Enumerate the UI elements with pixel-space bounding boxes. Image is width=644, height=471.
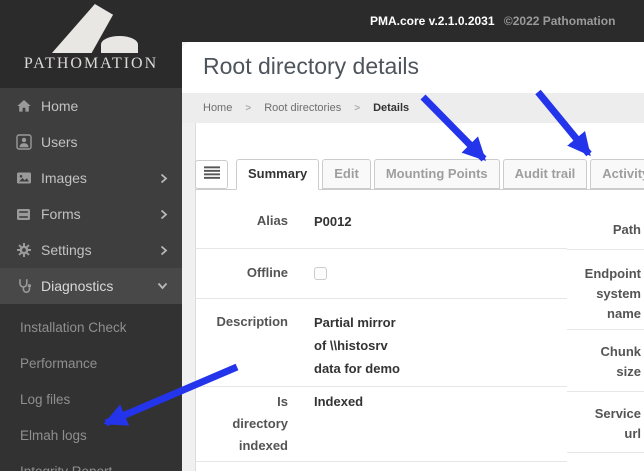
field-value: P0012 <box>314 214 352 229</box>
details-panel: Summary Edit Mounting Points Audit trail… <box>195 123 644 471</box>
home-icon <box>15 98 32 115</box>
sidebar: PATHOMATION Home Users Images Forms Sett… <box>0 0 182 471</box>
field-row-is-directory-indexed: Is directory indexed Indexed <box>196 387 567 462</box>
summary-left-column: Alias P0012 Offline Description Partial … <box>196 190 567 471</box>
main-content: Root directory details Home > Root direc… <box>182 42 644 471</box>
submenu-item-elmah-logs[interactable]: Elmah logs <box>0 418 182 454</box>
tab-mounting-points[interactable]: Mounting Points <box>373 159 500 189</box>
breadcrumb: Home > Root directories > Details <box>182 93 644 123</box>
sidebar-item-label: Diagnostics <box>41 278 114 294</box>
content-area: Summary Edit Mounting Points Audit trail… <box>182 123 644 471</box>
field-label: Endpoint system name <box>584 266 641 321</box>
offline-checkbox[interactable] <box>314 267 327 280</box>
sidebar-item-users[interactable]: Users <box>0 124 182 160</box>
sidebar-item-forms[interactable]: Forms <box>0 196 182 232</box>
app-version: PMA.core v.2.1.0.2031 ©2022 Pathomation <box>370 0 615 42</box>
field-label: Path <box>612 222 641 237</box>
field-row-path: Path <box>567 190 644 250</box>
pma-core-app: PMA.core v.2.1.0.2031 ©2022 Pathomation … <box>0 0 644 471</box>
forms-icon <box>15 206 32 223</box>
field-label: Chunk size <box>600 344 641 379</box>
field-row-chunk-size: Chunk size <box>567 330 644 392</box>
summary-right-column: Path Endpoint system name Chunk size Ser… <box>567 190 644 471</box>
sidebar-item-settings[interactable]: Settings <box>0 232 182 268</box>
logo-text: PATHOMATION <box>23 55 159 72</box>
field-label: Description <box>216 314 288 329</box>
sidebar-item-diagnostics[interactable]: Diagnostics <box>0 268 182 304</box>
field-value: Partial mirror of \\histosrv data for de… <box>314 315 400 376</box>
tab-bar: Summary Edit Mounting Points Audit trail… <box>195 159 644 190</box>
chevron-right-icon <box>160 173 168 184</box>
sidebar-item-label: Images <box>41 170 87 186</box>
chevron-right-icon <box>160 209 168 220</box>
tab-audit-trail[interactable]: Audit trail <box>502 159 588 189</box>
page-title: Root directory details <box>203 53 420 79</box>
summary-tab-content: Alias P0012 Offline Description Partial … <box>196 190 644 471</box>
submenu-item-performance[interactable]: Performance <box>0 346 182 382</box>
page-header: Root directory details <box>182 42 644 93</box>
breadcrumb-root-directories[interactable]: Root directories <box>264 102 341 114</box>
sidebar-item-label: Home <box>41 98 79 114</box>
field-row-service-url: Service url <box>567 392 644 453</box>
diagnostics-icon <box>15 278 32 295</box>
breadcrumb-home[interactable]: Home <box>203 102 232 114</box>
users-icon <box>15 134 32 151</box>
product-name: PMA.core v.2.1.0.2031 <box>370 14 495 28</box>
breadcrumb-details: Details <box>373 102 410 114</box>
submenu-item-integrity-report[interactable]: Integrity Report <box>0 454 182 471</box>
diagnostics-submenu: Installation Check Performance Log files… <box>0 304 182 471</box>
chevron-down-icon <box>157 282 168 290</box>
images-icon <box>15 170 32 187</box>
submenu-item-log-files[interactable]: Log files <box>0 382 182 418</box>
field-row-description: Description Partial mirror of \\histosrv… <box>196 299 567 387</box>
field-label: Is directory indexed <box>232 394 288 453</box>
sidebar-nav: Home Users Images Forms Settings Diagnos… <box>0 88 182 304</box>
sidebar-item-images[interactable]: Images <box>0 160 182 196</box>
tab-edit[interactable]: Edit <box>322 159 371 189</box>
field-label: Offline <box>246 265 288 280</box>
settings-icon <box>15 242 32 259</box>
field-value: Indexed <box>314 394 364 409</box>
breadcrumb-separator: > <box>354 102 361 114</box>
breadcrumb-separator: > <box>245 102 252 114</box>
tab-activity-log[interactable]: Activity log <box>590 159 644 189</box>
copyright-text: ©2022 Pathomation <box>503 14 616 28</box>
hamburger-icon <box>203 165 220 184</box>
tab-menu-button[interactable] <box>195 160 228 189</box>
field-row-offline: Offline <box>196 249 567 299</box>
sidebar-item-home[interactable]: Home <box>0 88 182 124</box>
top-bar: PMA.core v.2.1.0.2031 ©2022 Pathomation <box>182 0 644 42</box>
submenu-item-installation-check[interactable]: Installation Check <box>0 310 182 346</box>
chevron-right-icon <box>160 245 168 256</box>
field-label: Alias <box>256 213 288 228</box>
sidebar-item-label: Users <box>41 134 78 150</box>
tab-summary[interactable]: Summary <box>236 159 320 190</box>
sidebar-item-label: Forms <box>41 206 81 222</box>
field-row-endpoint-system-name: Endpoint system name <box>567 250 644 330</box>
field-row-alias: Alias P0012 <box>196 190 567 249</box>
field-label: Service url <box>594 406 641 441</box>
logo-dome-icon <box>101 36 138 53</box>
pathomation-logo[interactable]: PATHOMATION <box>0 0 182 88</box>
sidebar-item-label: Settings <box>41 242 92 258</box>
